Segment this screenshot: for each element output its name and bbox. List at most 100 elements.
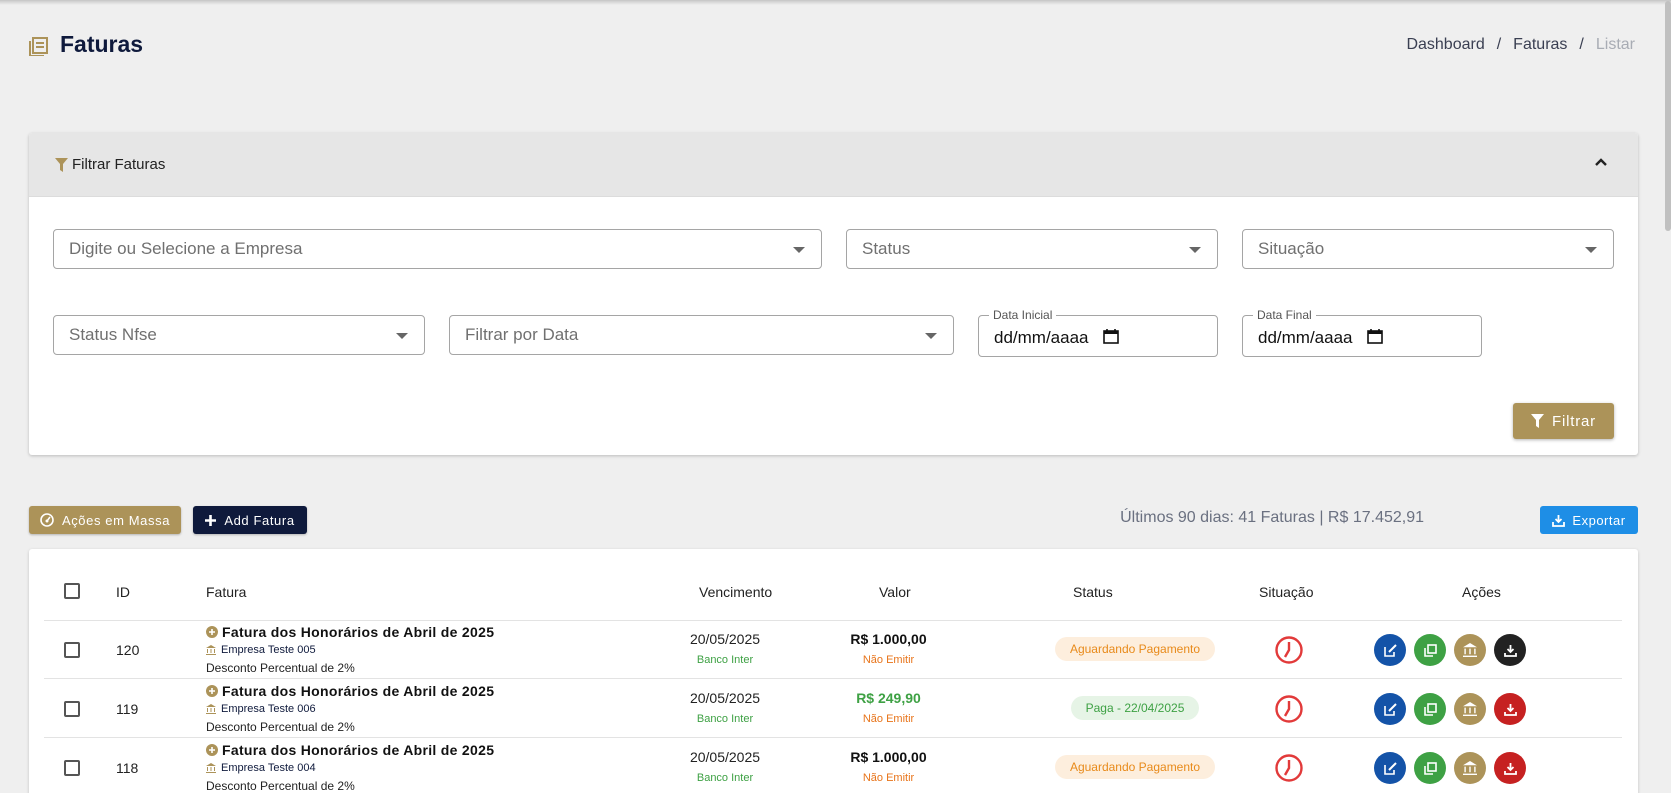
row-checkbox[interactable] <box>64 760 80 776</box>
row-valor: R$ 1.000,00 <box>850 749 927 765</box>
filter-panel-header[interactable]: Filtrar Faturas <box>29 133 1638 197</box>
row-actions <box>1374 634 1526 666</box>
export-button[interactable]: Exportar <box>1540 506 1638 534</box>
calendar-icon[interactable] <box>1367 328 1383 344</box>
filter-panel: Filtrar Faturas <box>29 133 1638 455</box>
edit-button[interactable] <box>1374 752 1406 784</box>
invoice-list-icon <box>29 36 48 56</box>
row-bank: Banco Inter <box>696 654 754 666</box>
plus-circle-icon <box>206 744 218 756</box>
column-status[interactable]: Status <box>1073 584 1113 600</box>
bank-icon <box>1463 643 1477 657</box>
download-button[interactable] <box>1494 634 1526 666</box>
bank-icon <box>206 704 216 714</box>
column-fatura[interactable]: Fatura <box>206 584 246 600</box>
bank-icon <box>1463 761 1477 775</box>
bank-button[interactable] <box>1454 752 1486 784</box>
invoice-summary: Últimos 90 dias: 41 Faturas | R$ 17.452,… <box>1120 509 1424 526</box>
row-bank: Banco Inter <box>696 772 754 784</box>
status-nfse-placeholder: Status Nfse <box>69 325 157 344</box>
add-fatura-button[interactable]: Add Fatura <box>193 506 307 534</box>
row-nfse: Não Emitir <box>862 772 915 784</box>
row-valor: R$ 1.000,00 <box>850 631 927 647</box>
download-icon <box>1503 762 1517 775</box>
row-id: 118 <box>116 760 139 776</box>
table-header: ID Fatura Vencimento Valor Status Situaç… <box>44 549 1622 621</box>
column-situacao[interactable]: Situação <box>1259 584 1313 600</box>
duplicate-button[interactable] <box>1414 752 1446 784</box>
row-desc: Desconto Percentual de 2% <box>206 720 355 734</box>
copy-icon <box>1423 702 1437 716</box>
situacao-select[interactable]: Situação <box>1242 229 1614 269</box>
clock-icon <box>1275 695 1303 723</box>
row-checkbox[interactable] <box>64 701 80 717</box>
edit-icon <box>1383 702 1397 716</box>
caret-down-icon <box>793 247 805 253</box>
row-desc: Desconto Percentual de 2% <box>206 661 355 675</box>
row-checkbox[interactable] <box>64 642 80 658</box>
invoice-table: ID Fatura Vencimento Valor Status Situaç… <box>29 549 1638 793</box>
bank-icon <box>206 645 216 655</box>
filtrar-data-select[interactable]: Filtrar por Data <box>449 315 954 355</box>
calendar-icon[interactable] <box>1103 328 1119 344</box>
download-icon <box>1503 644 1517 657</box>
column-vencimento[interactable]: Vencimento <box>699 584 772 600</box>
status-badge: Aguardando Pagamento <box>1055 755 1215 779</box>
filter-submit-label: Filtrar <box>1552 412 1596 430</box>
breadcrumb: Dashboard / Faturas / Listar <box>1406 36 1635 54</box>
breadcrumb-faturas[interactable]: Faturas <box>1513 36 1567 54</box>
empresa-select[interactable]: Digite ou Selecione a Empresa <box>53 229 822 269</box>
clock-icon <box>1275 754 1303 782</box>
filter-submit-button[interactable]: Filtrar <box>1513 403 1614 439</box>
data-inicial-field[interactable]: Data Inicial dd/mm/aaaa <box>978 308 1218 357</box>
filter-panel-title: Filtrar Faturas <box>72 156 166 173</box>
row-title[interactable]: Fatura dos Honorários de Abril de 2025 <box>206 683 494 699</box>
status-placeholder: Status <box>862 239 911 258</box>
row-company: Empresa Teste 005 <box>206 644 316 656</box>
row-valor: R$ 249,90 <box>856 690 921 706</box>
breadcrumb-current: Listar <box>1595 36 1635 53</box>
edit-icon <box>1383 761 1397 775</box>
column-valor[interactable]: Valor <box>879 584 911 600</box>
download-button[interactable] <box>1494 693 1526 725</box>
edit-button[interactable] <box>1374 693 1406 725</box>
row-desc: Desconto Percentual de 2% <box>206 779 355 793</box>
bank-button[interactable] <box>1454 693 1486 725</box>
column-acoes: Ações <box>1462 584 1501 600</box>
duplicate-button[interactable] <box>1414 634 1446 666</box>
breadcrumb-separator: / <box>1496 36 1502 53</box>
mass-actions-label: Ações em Massa <box>61 512 171 528</box>
duplicate-button[interactable] <box>1414 693 1446 725</box>
select-all-checkbox[interactable] <box>64 583 80 599</box>
breadcrumb-dashboard[interactable]: Dashboard <box>1406 36 1484 54</box>
bank-icon <box>1463 702 1477 716</box>
page-scrollbar[interactable] <box>1665 1 1671 231</box>
status-badge: Aguardando Pagamento <box>1055 637 1215 661</box>
page-header: Faturas <box>28 31 143 58</box>
edit-button[interactable] <box>1374 634 1406 666</box>
plus-circle-icon <box>206 685 218 697</box>
data-final-field[interactable]: Data Final dd/mm/aaaa <box>1242 308 1482 357</box>
filter-icon <box>1531 414 1545 428</box>
download-button[interactable] <box>1494 752 1526 784</box>
status-select[interactable]: Status <box>846 229 1218 269</box>
bank-icon <box>206 763 216 773</box>
row-title[interactable]: Fatura dos Honorários de Abril de 2025 <box>206 742 494 758</box>
row-id: 120 <box>116 642 140 658</box>
export-label: Exportar <box>1572 512 1626 528</box>
column-id[interactable]: ID <box>116 584 130 600</box>
chevron-up-icon[interactable] <box>1594 157 1608 167</box>
data-inicial-value: dd/mm/aaaa <box>994 328 1089 347</box>
row-title[interactable]: Fatura dos Honorários de Abril de 2025 <box>206 624 494 640</box>
mass-actions-button[interactable]: Ações em Massa <box>29 506 181 534</box>
table-row: 119 Fatura dos Honorários de Abril de 20… <box>44 680 1622 738</box>
bank-button[interactable] <box>1454 634 1486 666</box>
row-vencimento: 20/05/2025 <box>689 749 761 765</box>
row-company: Empresa Teste 004 <box>206 762 316 774</box>
clock-icon <box>1275 636 1303 664</box>
row-company-text: Empresa Teste 004 <box>221 762 316 774</box>
page-title: Faturas <box>60 31 144 57</box>
row-company: Empresa Teste 006 <box>206 703 316 715</box>
row-nfse: Não Emitir <box>862 713 915 725</box>
status-nfse-select[interactable]: Status Nfse <box>53 315 425 355</box>
